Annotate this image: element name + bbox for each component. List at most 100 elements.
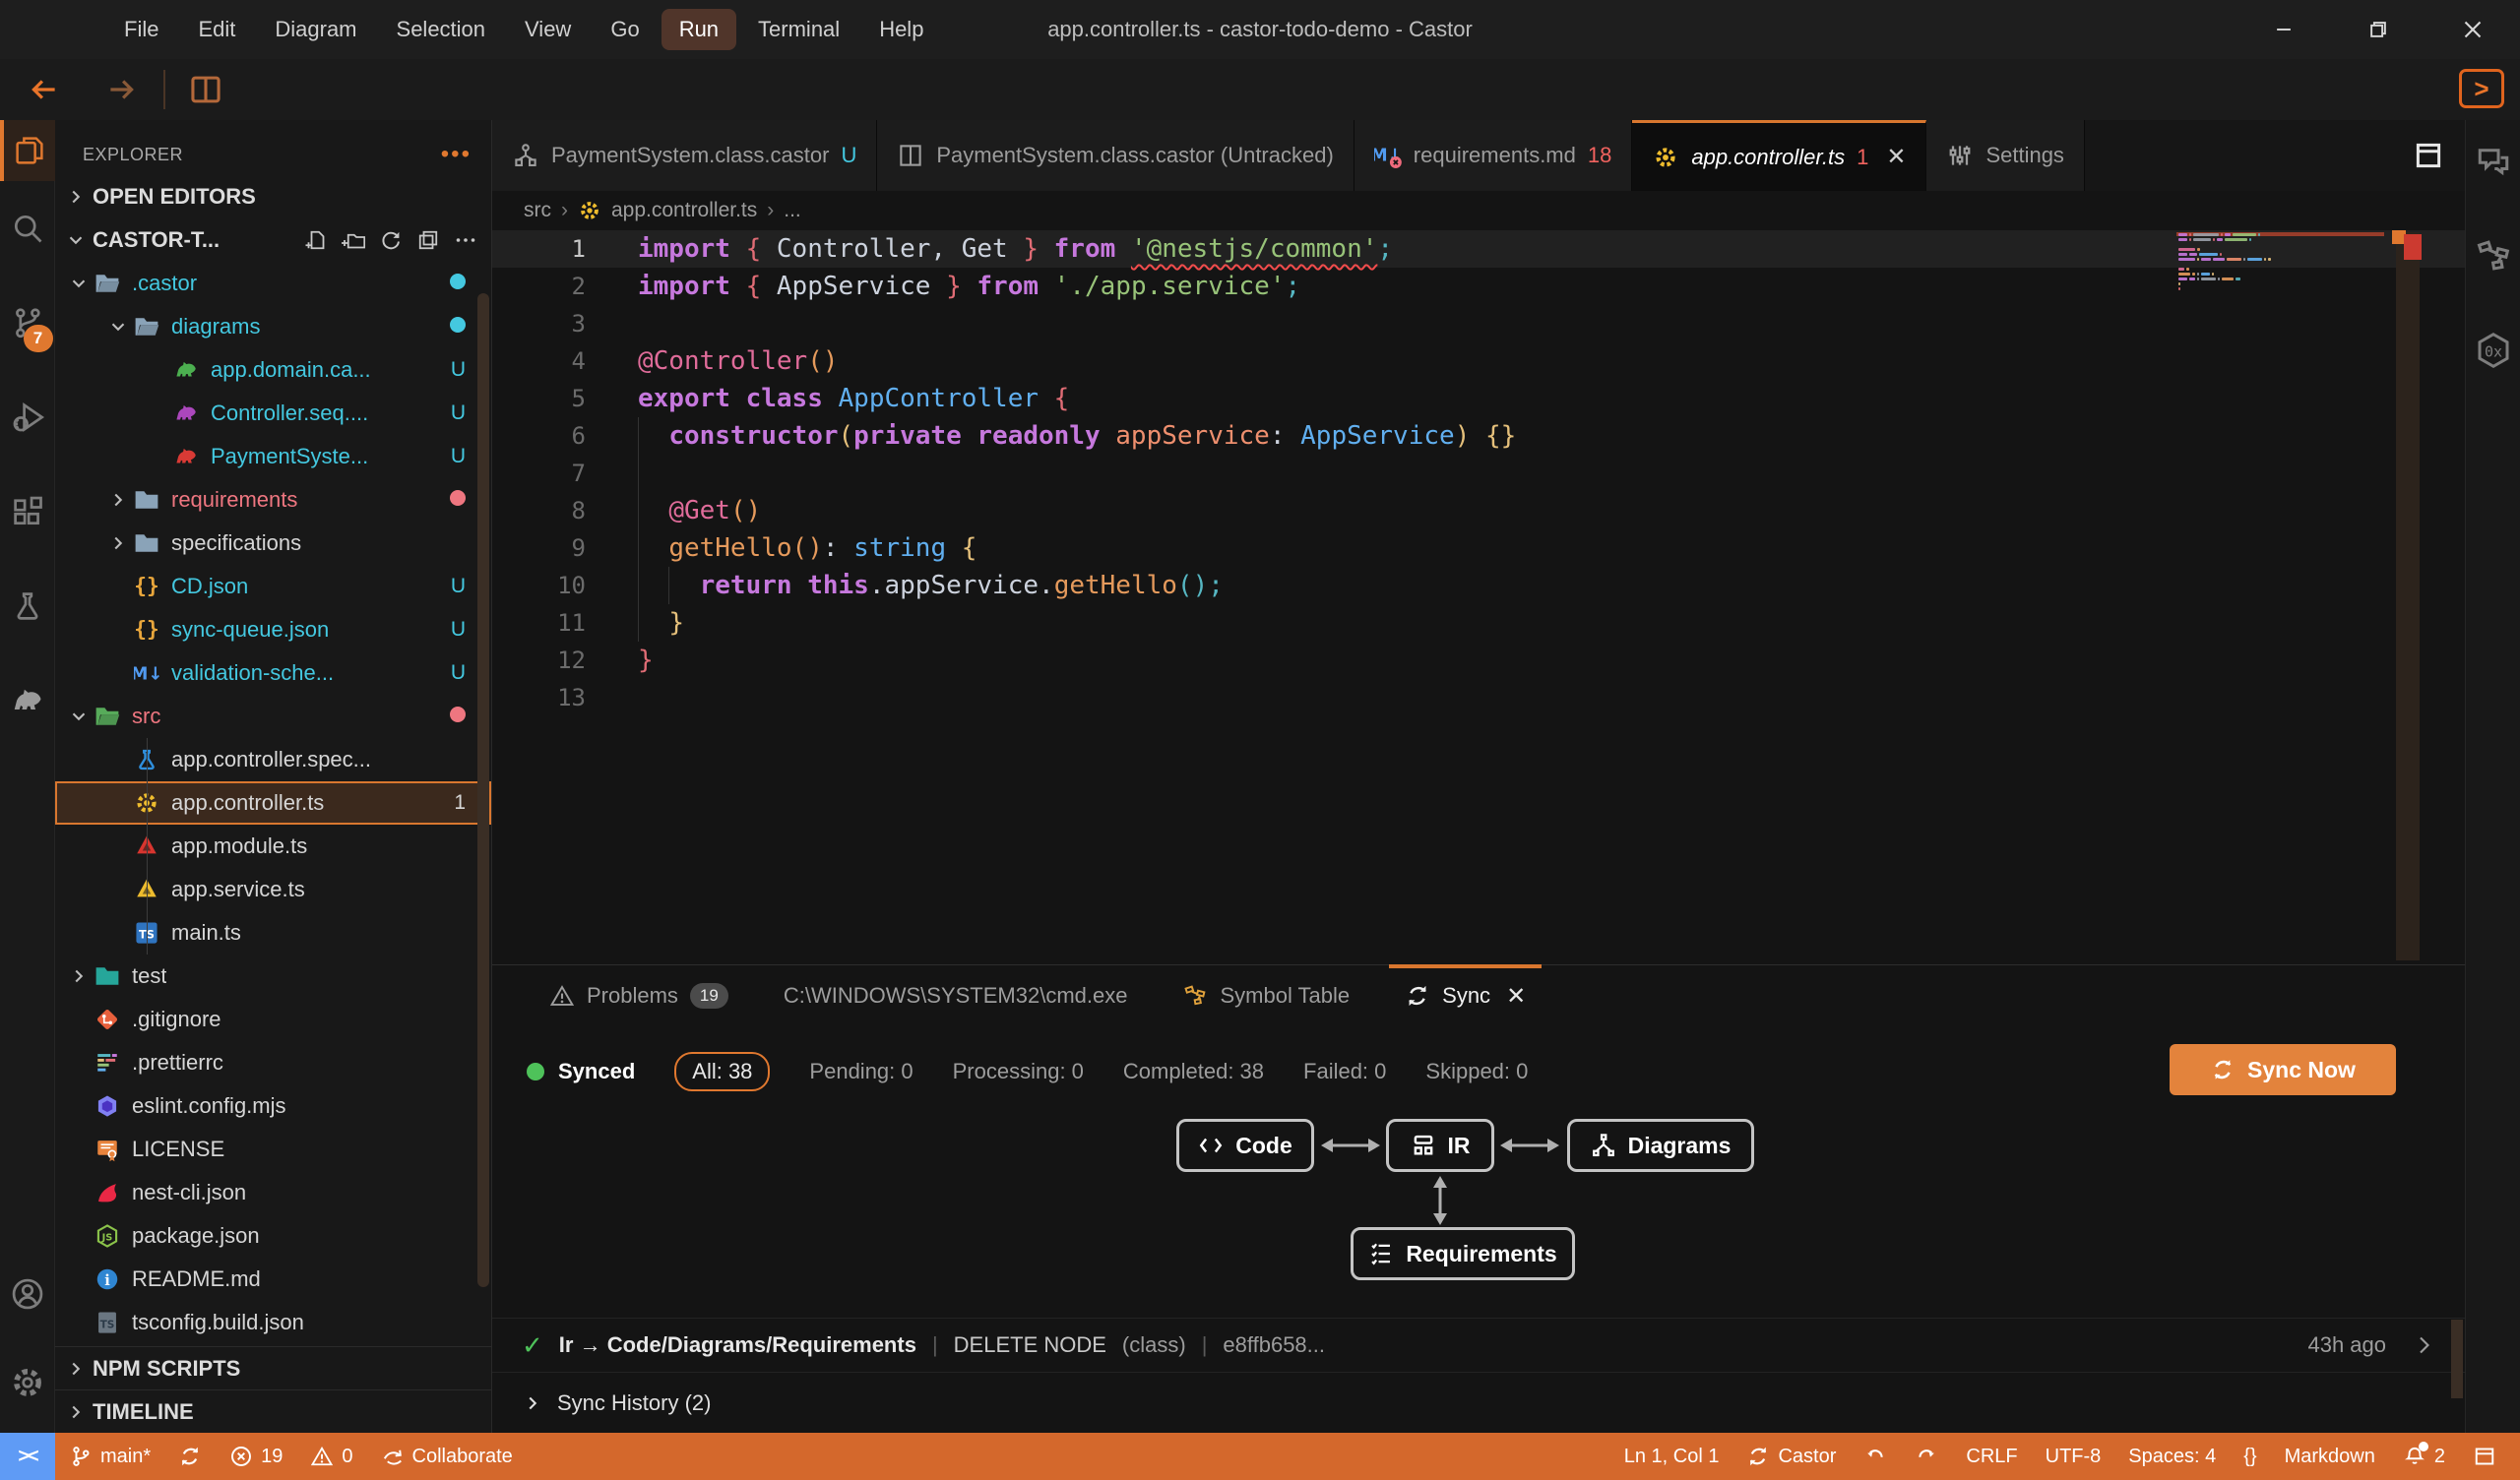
code-line-7[interactable]: 7 [492,455,2465,492]
editor-tab-paymentsystem-class-castor-untracked-[interactable]: PaymentSystem.class.castor (Untracked) [877,120,1354,191]
flow-node-ir[interactable]: IR [1386,1119,1494,1172]
menu-run[interactable]: Run [662,9,736,50]
breadcrumb-item[interactable]: ... [784,199,801,222]
back-arrow-icon[interactable] [28,73,61,106]
close-icon[interactable]: ✕ [1506,982,1526,1011]
activity-explorer[interactable] [0,120,55,181]
code-line-5[interactable]: 5export class AppController { [492,380,2465,417]
editor-tab-settings[interactable]: Settings [1926,120,2085,191]
flow-node-requirements[interactable]: Requirements [1351,1227,1575,1280]
menu-file[interactable]: File [106,9,176,50]
code-line-8[interactable]: 8 @Get() [492,492,2465,529]
tree-item-license[interactable]: LICENSE [55,1128,491,1171]
minimap[interactable] [2176,232,2384,296]
statusbar-sync[interactable] [164,1433,216,1480]
tree-item-specifications[interactable]: specifications [55,522,491,565]
statusbar-utf-8[interactable]: UTF-8 [2032,1433,2115,1480]
tree-item-readme-md[interactable]: iREADME.md [55,1258,491,1301]
new-file-icon[interactable] [304,228,328,252]
flow-node-code[interactable]: Code [1176,1119,1314,1172]
statusbar-spaces-4[interactable]: Spaces: 4 [2114,1433,2230,1480]
close-icon[interactable] [2426,0,2520,59]
split-editor-icon[interactable] [2412,139,2445,172]
tree-item-tsconfig-build-json[interactable]: TStsconfig.build.json [55,1301,491,1344]
refresh-icon[interactable] [379,228,403,252]
code-line-11[interactable]: 11 } [492,604,2465,642]
tree-item-requirements[interactable]: requirements [55,478,491,522]
tree-item-cd-json[interactable]: {}CD.jsonU [55,565,491,608]
code-line-12[interactable]: 12} [492,642,2465,679]
tree-item-test[interactable]: test [55,955,491,998]
tree-item-app-module-ts[interactable]: app.module.ts [55,825,491,868]
flow-node-diagrams[interactable]: Diagrams [1567,1119,1754,1172]
statusbar--[interactable]: {} [2230,1433,2270,1480]
tree-item-app-domain-ca-[interactable]: app.domain.ca...U [55,348,491,392]
code-line-2[interactable]: 2import { AppService } from './app.servi… [492,268,2465,305]
editor-scrollbar[interactable] [2396,232,2420,960]
close-icon[interactable]: ✕ [1886,143,1906,171]
tree-item--gitignore[interactable]: .gitignore [55,998,491,1041]
activity-search[interactable] [0,181,55,276]
menu-edit[interactable]: Edit [180,9,253,50]
sidebar-scrollbar[interactable] [477,293,489,1287]
menu-go[interactable]: Go [593,9,657,50]
tree-item-nest-cli-json[interactable]: nest-cli.json [55,1171,491,1214]
code-line-4[interactable]: 4@Controller() [492,342,2465,380]
panel-tab-sync[interactable]: Sync✕ [1377,965,1553,1026]
menu-terminal[interactable]: Terminal [740,9,857,50]
open-editors-section[interactable]: OPEN EDITORS [55,175,491,218]
activity-accounts[interactable] [0,1250,55,1338]
statusbar-main-[interactable]: main* [55,1433,164,1480]
minimize-icon[interactable] [2236,0,2331,59]
code-line-1[interactable]: 1import { Controller, Get } from '@nestj… [492,230,2465,268]
tree-item-sync-queue-json[interactable]: {}sync-queue.jsonU [55,608,491,651]
sync-now-button[interactable]: Sync Now [2170,1044,2396,1095]
tree-item-app-controller-ts[interactable]: app.controller.ts1 [55,781,491,825]
workspace-root-section[interactable]: CASTOR-T... [55,218,491,262]
activity-testing[interactable] [0,559,55,653]
tree-item-main-ts[interactable]: TSmain.ts [55,911,491,955]
editor-tab-requirements-md[interactable]: M↓requirements.md18 [1354,120,1633,191]
tree-item-paymentsyste-[interactable]: PaymentSyste...U [55,435,491,478]
statusbar-crlf[interactable]: CRLF [1952,1433,2031,1480]
tree-item-package-json[interactable]: JSpackage.json [55,1214,491,1258]
editor-tab-paymentsystem-class-castor[interactable]: PaymentSystem.class.castorU [492,120,877,191]
tree-item-controller-seq-[interactable]: Controller.seq....U [55,392,491,435]
breadcrumb-item[interactable]: src [524,199,551,222]
hex-0x-icon[interactable]: 0x [2474,331,2513,370]
tree-item-app-service-ts[interactable]: app.service.ts [55,868,491,911]
tree-item--prettierrc[interactable]: .prettierrc [55,1041,491,1084]
tree-item-eslint-config-mjs[interactable]: eslint.config.mjs [55,1084,491,1128]
code-line-13[interactable]: 13 [492,679,2465,716]
statusbar-collaborate[interactable]: Collaborate [367,1433,527,1480]
code-line-3[interactable]: 3 [492,305,2465,342]
more-actions-icon[interactable] [454,228,477,252]
menu-diagram[interactable]: Diagram [257,9,374,50]
code-line-10[interactable]: 10 return this.appService.getHello(); [492,567,2465,604]
restore-icon[interactable] [2331,0,2426,59]
statusbar-panel-layout[interactable] [2459,1433,2510,1480]
panel-scrollbar[interactable] [2451,1320,2463,1398]
statusbar-markdown[interactable]: Markdown [2271,1433,2389,1480]
statusbar-2[interactable]: 2 [2389,1433,2459,1480]
timeline-section[interactable]: TIMELINE [55,1389,491,1433]
sync-history-entry[interactable]: ✓ Ir → Code/Diagrams/Requirements | DELE… [492,1318,2465,1373]
activity-settings[interactable] [0,1338,55,1427]
statusbar-castor[interactable]: Castor [1732,1433,1850,1480]
tree-item-validation-sche-[interactable]: M↓validation-sche...U [55,651,491,695]
statusbar-19[interactable]: 19 [216,1433,296,1480]
chat-icon[interactable] [2474,142,2513,181]
tree-item-diagrams[interactable]: diagrams [55,305,491,348]
statusbar-ln-1-col-1[interactable]: Ln 1, Col 1 [1610,1433,1733,1480]
tree-item-src[interactable]: src [55,695,491,738]
menu-selection[interactable]: Selection [379,9,504,50]
symbol-flow-icon[interactable] [2474,236,2513,276]
activity-castor[interactable] [0,653,55,748]
sync-stat-all[interactable]: All: 38 [674,1052,770,1091]
npm-scripts-section[interactable]: NPM SCRIPTS [55,1346,491,1389]
new-folder-icon[interactable] [342,228,365,252]
menu-view[interactable]: View [507,9,589,50]
menu-help[interactable]: Help [861,9,941,50]
activity-run-debug[interactable] [0,370,55,464]
remote-indicator[interactable]: >< [0,1433,55,1480]
